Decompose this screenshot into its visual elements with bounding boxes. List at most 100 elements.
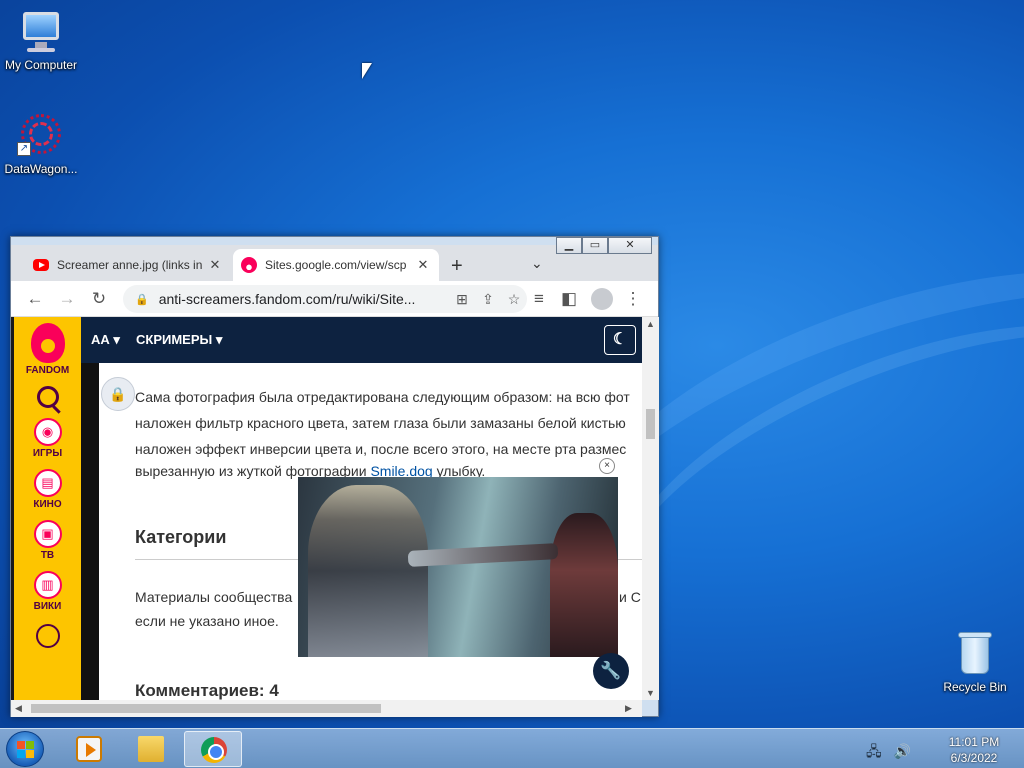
article-text: Материалы сообщества (135, 589, 293, 605)
community-line: Материалы сообщества (135, 589, 292, 605)
tv-icon: ▣ (33, 520, 62, 548)
categories-heading: Категории (135, 527, 227, 547)
content-left-strip (81, 363, 99, 700)
taskbar-media-player[interactable] (60, 731, 118, 767)
horizontal-scrollbar[interactable]: ◀ ▶ (11, 700, 642, 717)
desktop-icon-label: Recycle Bin (943, 680, 1007, 694)
media-player-icon (76, 736, 102, 762)
datawagon-icon: ↗ (17, 112, 65, 160)
rail-label: КИНО (33, 499, 62, 510)
search-icon[interactable] (36, 386, 59, 408)
wiki-logo-dropdown[interactable]: АА ▾ (91, 332, 120, 348)
gamepad-icon: ◉ (33, 418, 62, 446)
desktop-icon-datawagon[interactable]: ↗ DataWagon... (0, 112, 82, 176)
clock-time: 11:01 PM (948, 735, 1000, 749)
share-icon[interactable]: ⇪ (475, 291, 501, 308)
clock-date: 6/3/2022 (950, 751, 998, 765)
system-tray: 🖧 🔊 (866, 741, 911, 765)
scroll-left-icon[interactable]: ◀ (15, 703, 22, 714)
fandom-brand: FANDOM (25, 365, 70, 376)
clock[interactable]: 11:01 PM 6/3/2022 (935, 734, 1013, 766)
volume-icon[interactable]: 🔊 (894, 743, 911, 759)
video-figure (407, 543, 559, 567)
tab-sites-google[interactable]: Sites.google.com/view/scp ✕ (233, 249, 439, 281)
folder-icon (138, 736, 164, 762)
scroll-right-icon[interactable]: ▶ (625, 703, 632, 714)
article-line: наложен эффект инверсии цвета и, после в… (135, 441, 627, 457)
rail-item-tv[interactable]: ▣ ТВ (14, 520, 81, 561)
reload-icon[interactable]: ↻ (89, 289, 109, 309)
profile-avatar-icon[interactable] (591, 288, 613, 310)
translate-icon[interactable]: ⊞ (449, 291, 475, 308)
fandom-global-nav: FANDOM ◉ ИГРЫ ▤ КИНО ▣ ТВ ▥ ВИКИ (14, 317, 81, 700)
wiki-logo-text: АА (91, 332, 110, 347)
menu-kebab-icon[interactable]: ⋮ (623, 289, 643, 309)
media-control-icon[interactable]: ≡ (529, 289, 549, 309)
network-icon[interactable]: 🖧 (866, 743, 882, 759)
floating-video-player[interactable] (298, 477, 618, 657)
taskbar-explorer[interactable] (122, 731, 180, 767)
browser-toolbar: ← → ↻ 🔒 anti-screamers.fandom.com/ru/wik… (11, 281, 658, 317)
tab-search-button[interactable]: ⌄ (531, 255, 543, 272)
taskbar-chrome[interactable] (184, 731, 242, 767)
book-icon: ▥ (33, 571, 62, 599)
rail-label: ИГРЫ (32, 448, 63, 459)
address-bar[interactable]: 🔒 anti-screamers.fandom.com/ru/wiki/Site… (123, 285, 527, 313)
community-line-tail: и С (619, 589, 641, 605)
tab-close-icon[interactable]: ✕ (415, 257, 431, 273)
rail-item-movies[interactable]: ▤ КИНО (14, 469, 81, 510)
mouse-cursor (362, 63, 372, 79)
wiki-menu-label: СКРИМЕРЫ (136, 332, 213, 347)
scroll-up-icon[interactable]: ▲ (646, 319, 655, 329)
desktop-icon-label: My Computer (4, 58, 78, 72)
youtube-icon (33, 259, 49, 271)
new-tab-button[interactable]: + (451, 255, 463, 278)
rail-label: ВИКИ (33, 601, 62, 612)
tab-close-icon[interactable]: ✕ (207, 257, 223, 273)
rail-item-games[interactable]: ◉ ИГРЫ (14, 418, 81, 459)
windows-logo-icon (17, 741, 34, 758)
wiki-header: АА ▾ СКРИМЕРЫ ▾ ☾ (81, 317, 642, 363)
fandom-logo-icon[interactable] (30, 323, 65, 363)
moon-icon: ☾ (612, 331, 628, 348)
film-icon: ▤ (33, 469, 62, 497)
tab-title: Sites.google.com/view/scp (265, 258, 407, 272)
side-panel-icon[interactable]: ◧ (559, 289, 579, 309)
tab-title: Screamer anne.jpg (links in (57, 258, 203, 272)
article-text: и С (619, 589, 641, 605)
rail-item-wiki[interactable]: ▥ ВИКИ (14, 571, 81, 612)
back-icon[interactable]: ← (25, 289, 45, 309)
minimize-button[interactable]: ▁ (556, 237, 582, 254)
bookmark-star-icon[interactable]: ☆ (501, 291, 527, 308)
window-controls: ▁ ▭ ✕ (556, 237, 652, 254)
start-button[interactable] (6, 731, 44, 767)
scrollbar-thumb[interactable] (31, 704, 381, 713)
lock-icon[interactable]: 🔒 (101, 377, 135, 411)
recycle-bin-icon (951, 630, 999, 678)
user-icon[interactable] (35, 624, 60, 648)
article-line: Сама фотография была отредактирована сле… (135, 389, 630, 405)
community-line: если не указано иное. (135, 613, 279, 629)
computer-icon (17, 8, 65, 56)
maximize-button[interactable]: ▭ (582, 237, 608, 254)
url-text: anti-screamers.fandom.com/ru/wiki/Site..… (158, 291, 416, 307)
wiki-menu-dropdown[interactable]: СКРИМЕРЫ ▾ (136, 332, 222, 348)
article-line: наложен фильтр красного цвета, затем гла… (135, 415, 626, 431)
chrome-icon (201, 737, 227, 763)
scroll-down-icon[interactable]: ▼ (646, 688, 655, 698)
tab-screamer[interactable]: Screamer anne.jpg (links in ✕ (25, 249, 231, 281)
video-figure (550, 513, 618, 657)
desktop-icon-label: DataWagon... (4, 162, 78, 176)
wrench-icon[interactable]: 🔧 (593, 653, 629, 689)
taskbar: 🖧 🔊 11:01 PM 6/3/2022 (0, 728, 1024, 768)
close-button[interactable]: ✕ (608, 237, 652, 254)
dark-mode-toggle[interactable]: ☾ (604, 325, 636, 355)
forward-icon[interactable]: → (57, 289, 77, 309)
comments-heading: Комментариев: 4 (135, 681, 279, 700)
vertical-scrollbar[interactable]: ▲ ▼ (642, 317, 659, 700)
desktop-icon-my-computer[interactable]: My Computer (0, 8, 82, 72)
fandom-icon (241, 257, 257, 273)
desktop-icon-recycle-bin[interactable]: Recycle Bin (934, 630, 1016, 694)
scrollbar-thumb[interactable] (646, 409, 655, 439)
video-close-button[interactable]: × (599, 458, 615, 474)
